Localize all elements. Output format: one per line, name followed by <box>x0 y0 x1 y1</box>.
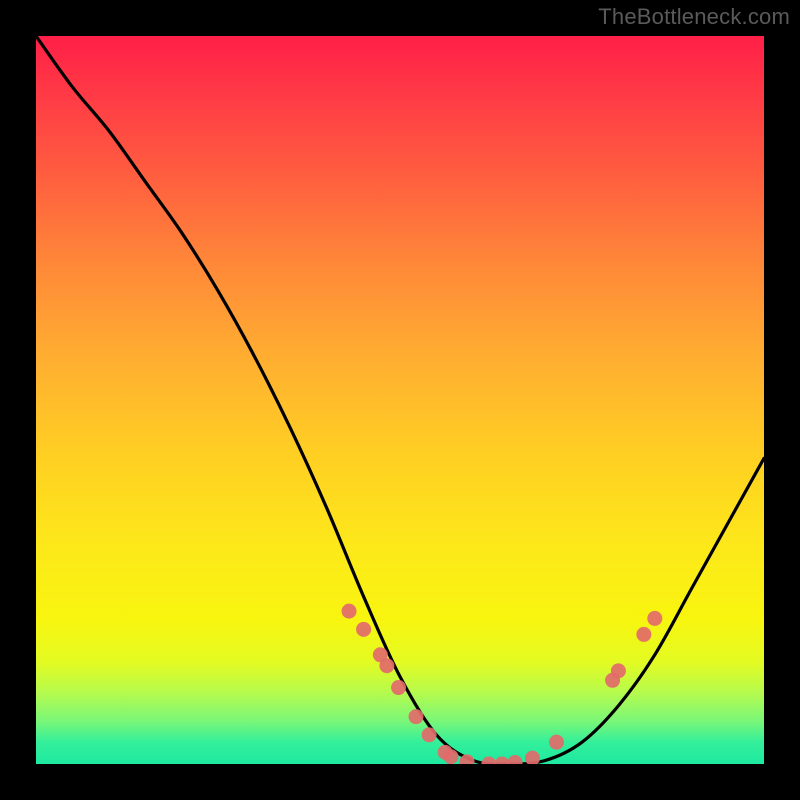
marker-group <box>342 604 663 764</box>
data-marker <box>647 611 662 626</box>
data-marker <box>409 709 424 724</box>
curve-layer <box>36 36 764 764</box>
data-marker <box>494 757 509 765</box>
data-marker <box>342 604 357 619</box>
watermark-text: TheBottleneck.com <box>598 4 790 30</box>
data-marker <box>391 680 406 695</box>
data-marker <box>481 757 496 765</box>
data-marker <box>443 749 458 764</box>
data-marker <box>611 663 626 678</box>
data-marker <box>636 627 651 642</box>
data-marker <box>379 658 394 673</box>
data-marker <box>508 755 523 764</box>
chart-frame: TheBottleneck.com <box>0 0 800 800</box>
data-marker <box>356 622 371 637</box>
plot-area <box>36 36 764 764</box>
data-marker <box>525 751 540 764</box>
data-marker <box>422 727 437 742</box>
data-marker <box>549 735 564 750</box>
bottleneck-curve <box>36 36 764 764</box>
